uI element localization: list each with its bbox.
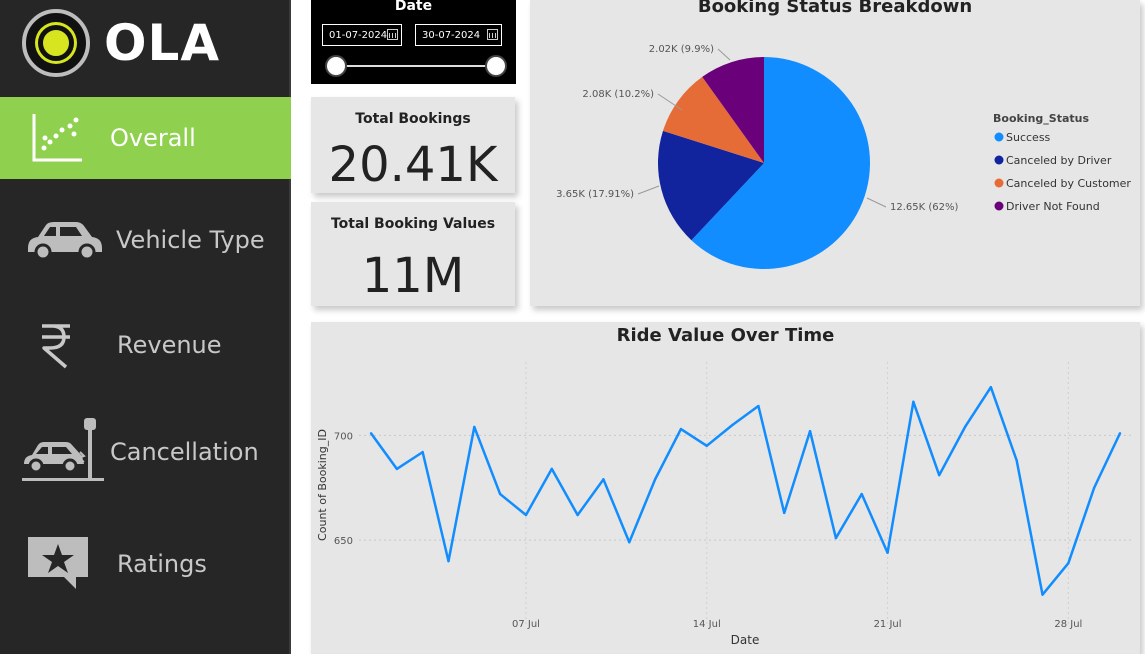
line-chart: 650 700 07 Jul 14 Jul 21 Jul 28 Jul Date Count … [316, 362, 1131, 647]
series-line[interactable] [369, 385, 1122, 596]
end-date-value: 30-07-2024 [422, 29, 481, 41]
car-icon [24, 218, 106, 262]
start-date-input[interactable]: 01-07-2024 [322, 24, 402, 46]
ola-logo-icon [22, 9, 90, 77]
kpi-card-total-bookings: Total Bookings 20.41K [311, 97, 515, 193]
kpi-value: 11M [361, 248, 465, 304]
data-point[interactable] [369, 432, 373, 435]
data-point[interactable] [653, 478, 657, 481]
data-point[interactable] [1015, 459, 1018, 462]
legend-item[interactable]: Canceled by Customer [1006, 177, 1131, 190]
data-point[interactable] [938, 473, 941, 477]
legend-marker [994, 132, 1004, 142]
x-axis-label: Date [731, 633, 760, 647]
kpi-value: 20.41K [328, 137, 498, 193]
pie-leader-line [637, 185, 660, 195]
data-point[interactable] [886, 551, 889, 554]
pie-data-label: 2.08K (10.2%) [582, 89, 654, 100]
booking-status-chart: Booking Status Breakdown 12.65K (62%) 3.6… [530, 0, 1140, 306]
data-point[interactable] [731, 423, 734, 427]
date-slicer: Date 01-07-2024 30-07-2024 [311, 0, 516, 84]
data-point[interactable] [576, 513, 579, 517]
data-point[interactable] [524, 513, 528, 517]
ride-value-chart: Ride Value Over Time 650 700 07 Jul 14 Jul 2… [311, 322, 1140, 654]
legend-item[interactable]: Canceled by Driver [1006, 154, 1112, 167]
data-point[interactable] [602, 478, 605, 481]
date-range-start-handle[interactable] [325, 55, 347, 77]
nav-item-ratings[interactable]: Ratings [0, 522, 291, 606]
scatter-chart-icon [28, 112, 84, 164]
calendar-icon[interactable] [487, 29, 498, 40]
data-point[interactable] [783, 511, 786, 515]
calendar-icon[interactable] [387, 29, 398, 40]
nav-label-overall: Overall [110, 124, 196, 152]
data-point[interactable] [1067, 562, 1070, 565]
data-point[interactable] [757, 404, 760, 408]
data-point[interactable] [498, 492, 502, 496]
data-point[interactable] [705, 444, 708, 448]
data-point[interactable] [628, 541, 631, 544]
x-tick-label: 14 Jul [693, 619, 721, 630]
pie-leader-line [717, 48, 731, 61]
pie-chart: 12.65K (62%) 3.65K (17.91%) 2.08K (10.2%) 2… [556, 44, 1131, 270]
data-point[interactable] [473, 425, 476, 429]
nav-label-ratings: Ratings [117, 550, 207, 578]
star-review-icon [26, 535, 90, 593]
rupee-icon [38, 321, 74, 369]
data-point[interactable] [447, 559, 450, 563]
date-range-track[interactable] [336, 65, 496, 67]
nav-label-vehicle-type: Vehicle Type [116, 226, 265, 254]
pie-data-label: 12.65K (62%) [890, 202, 958, 213]
date-range-end-handle[interactable] [485, 55, 507, 77]
y-tick-label: 650 [334, 536, 353, 547]
nav-item-vehicle-type[interactable]: Vehicle Type [0, 199, 291, 281]
legend-item[interactable]: Driver Not Found [1006, 200, 1100, 213]
legend-item[interactable]: Success [1006, 131, 1051, 144]
data-point[interactable] [989, 385, 993, 389]
data-point[interactable] [1092, 486, 1096, 489]
data-point[interactable] [395, 467, 399, 471]
legend-title: Booking_Status [993, 112, 1089, 125]
nav-item-revenue[interactable]: Revenue [0, 304, 291, 386]
data-point[interactable] [679, 427, 683, 431]
data-point[interactable] [421, 450, 424, 454]
pie-leader-line [866, 197, 887, 208]
nav-label-revenue: Revenue [117, 331, 222, 359]
legend-marker [994, 155, 1004, 165]
nav-item-overall[interactable]: Overall [0, 97, 291, 179]
nav-item-cancellation[interactable]: Cancellation [0, 402, 291, 502]
kpi-label: Total Booking Values [330, 216, 496, 232]
date-slicer-title: Date [394, 0, 433, 14]
pie-data-label: 2.02K (9.9%) [649, 44, 714, 55]
data-point[interactable] [550, 467, 553, 471]
data-point[interactable] [808, 429, 812, 433]
end-date-input[interactable]: 30-07-2024 [415, 24, 502, 46]
kpi-label: Total Bookings [355, 111, 471, 127]
nav-label-cancellation: Cancellation [110, 438, 259, 466]
pie-data-label: 3.65K (17.91%) [556, 189, 634, 200]
legend-marker [994, 178, 1004, 188]
ola-logo: OLA [22, 6, 220, 80]
data-point[interactable] [1118, 432, 1122, 435]
kpi-card-total-booking-values: Total Booking Values 11M [311, 202, 515, 306]
start-date-value: 01-07-2024 [329, 29, 388, 41]
sidebar: OLA Overall Vehicle Type Revenue Cancell… [0, 0, 291, 654]
legend-marker [994, 201, 1004, 211]
data-point[interactable] [963, 425, 967, 429]
car-crash-icon [22, 416, 106, 488]
x-tick-label: 07 Jul [512, 619, 540, 630]
data-point[interactable] [860, 492, 863, 496]
y-tick-label: 700 [334, 431, 353, 442]
x-tick-label: 28 Jul [1054, 619, 1082, 630]
y-axis-label: Count of Booking_ID [316, 429, 329, 541]
x-tick-label: 21 Jul [874, 619, 902, 630]
logo-text: OLA [104, 14, 221, 72]
data-point[interactable] [834, 536, 838, 540]
data-point[interactable] [1041, 593, 1044, 596]
data-point[interactable] [912, 400, 915, 404]
